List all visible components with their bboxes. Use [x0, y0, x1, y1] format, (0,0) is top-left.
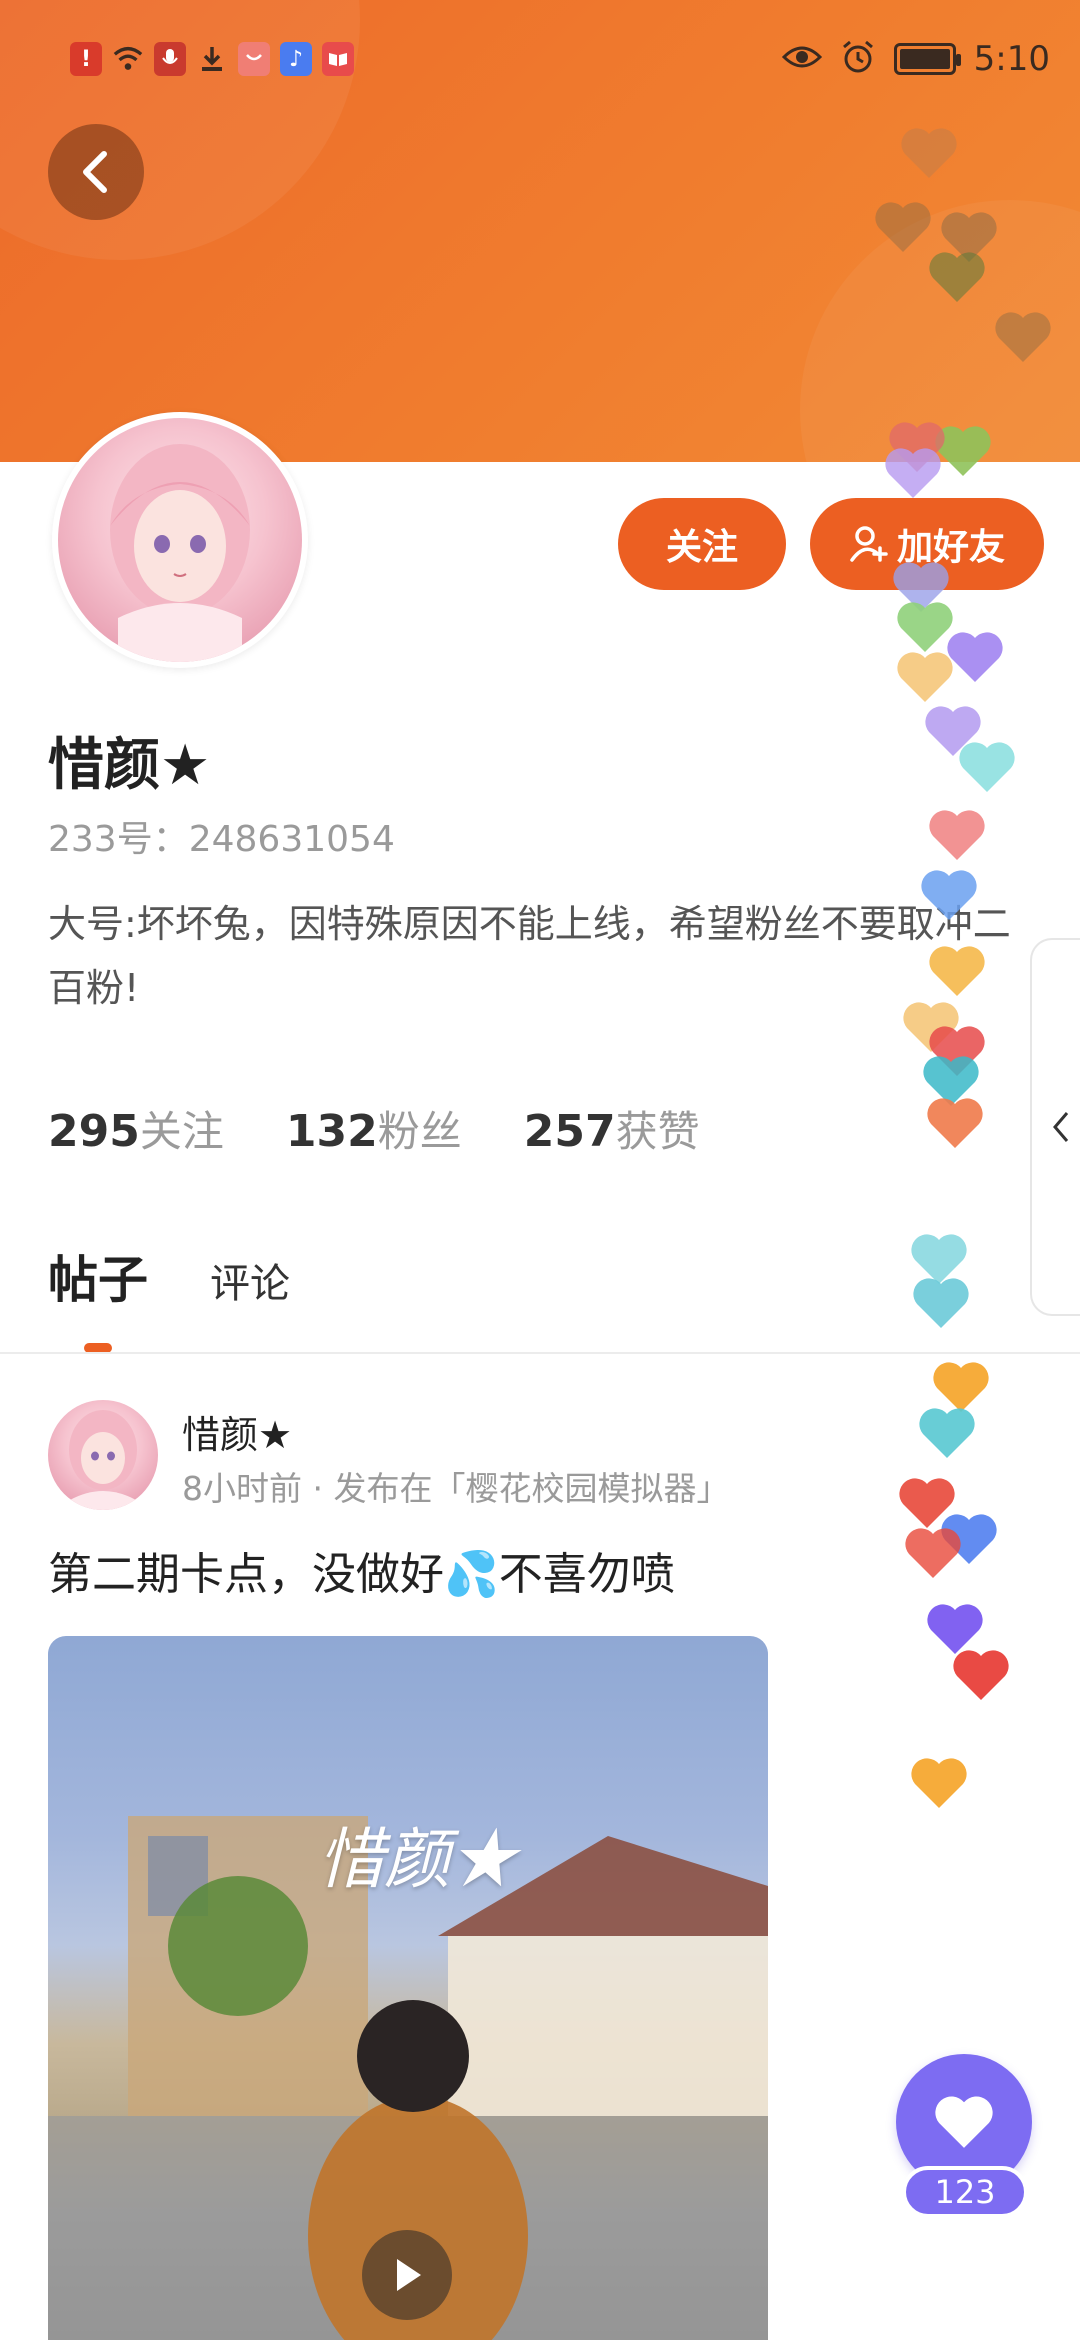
book-icon — [322, 42, 354, 76]
stat-fans[interactable]: 132粉丝 — [286, 1098, 462, 1159]
floating-heart-icon — [905, 1528, 961, 1578]
profile-bio: 大号:坏坏兔，因特殊原因不能上线，希望粉丝不要取冲二百粉! — [48, 902, 1011, 1010]
profile-stats: 295关注 132粉丝 257获赞 — [48, 1098, 700, 1159]
stat-following[interactable]: 295关注 — [48, 1098, 224, 1159]
floating-heart-icon — [959, 742, 1015, 792]
profile-tabs: 帖子 评论 — [48, 1240, 290, 1312]
post-author-avatar[interactable] — [48, 1400, 158, 1510]
stat-likes[interactable]: 257获赞 — [524, 1098, 700, 1159]
wifi-icon — [112, 42, 144, 76]
heart-icon — [935, 2096, 993, 2148]
floating-heart-icon — [929, 946, 985, 996]
chevron-left-icon — [83, 151, 107, 193]
download-icon — [196, 42, 228, 76]
floating-heart-icon — [919, 1408, 975, 1458]
floating-heart-icon — [929, 252, 985, 302]
floating-heart-icon — [929, 810, 985, 860]
post-video-thumbnail[interactable]: 惜颜★ — [48, 1636, 768, 2340]
post-text[interactable]: 第二期卡点，没做好💦不喜勿喷 — [48, 1538, 675, 1602]
status-bar: ! ♪ 5:10 — [0, 0, 1080, 120]
floating-heart-icon — [927, 1098, 983, 1148]
divider — [0, 1352, 1080, 1354]
side-drawer-handle[interactable] — [1030, 938, 1080, 1316]
user-id: 233号：248631054 — [48, 810, 395, 862]
post-meta: 8小时前 · 发布在「樱花校园模拟器」 — [182, 1462, 729, 1510]
floating-heart-icon — [911, 1758, 967, 1808]
floating-heart-icon — [875, 202, 931, 252]
floating-heart-icon — [921, 870, 977, 920]
back-button[interactable] — [48, 124, 144, 220]
user-id-label: 233号： — [48, 819, 189, 860]
status-time: 5:10 — [973, 39, 1050, 79]
chevron-left-icon — [1053, 1112, 1069, 1142]
post-published-in[interactable]: 发布在「樱花校园模拟器」 — [333, 1469, 729, 1508]
floating-heart-icon — [947, 632, 1003, 682]
play-button[interactable] — [362, 2230, 452, 2320]
mic-icon — [154, 42, 186, 76]
post-author-name[interactable]: 惜颜★ — [182, 1404, 292, 1459]
post-time: 8小时前 — [182, 1469, 302, 1508]
meta-separator: · — [312, 1469, 334, 1508]
profile-avatar[interactable] — [52, 412, 308, 668]
add-user-icon — [850, 526, 888, 562]
music-icon: ♪ — [280, 42, 312, 76]
follow-button[interactable]: 关注 — [618, 498, 786, 590]
floating-heart-icon — [897, 652, 953, 702]
video-watermark: 惜颜★ — [318, 1821, 516, 1898]
like-count: 123 — [902, 2166, 1028, 2218]
battery-icon — [893, 43, 961, 75]
shop-icon — [238, 42, 270, 76]
tab-comments[interactable]: 评论 — [210, 1251, 290, 1309]
floating-heart-icon — [913, 1278, 969, 1328]
status-bar-right: 5:10 — [781, 36, 1050, 82]
floating-heart-icon — [995, 312, 1051, 362]
tab-posts[interactable]: 帖子 — [48, 1240, 148, 1312]
floating-heart-icon — [885, 448, 941, 498]
floating-heart-icon — [901, 128, 957, 178]
eye-icon — [781, 43, 822, 75]
play-icon — [397, 2259, 421, 2291]
user-id-value: 248631054 — [188, 819, 395, 860]
alarm-icon — [840, 39, 876, 79]
floating-heart-icon — [953, 1650, 1009, 1700]
profile-name: 惜颜★ — [48, 733, 211, 798]
alert-icon: ! — [70, 42, 102, 76]
